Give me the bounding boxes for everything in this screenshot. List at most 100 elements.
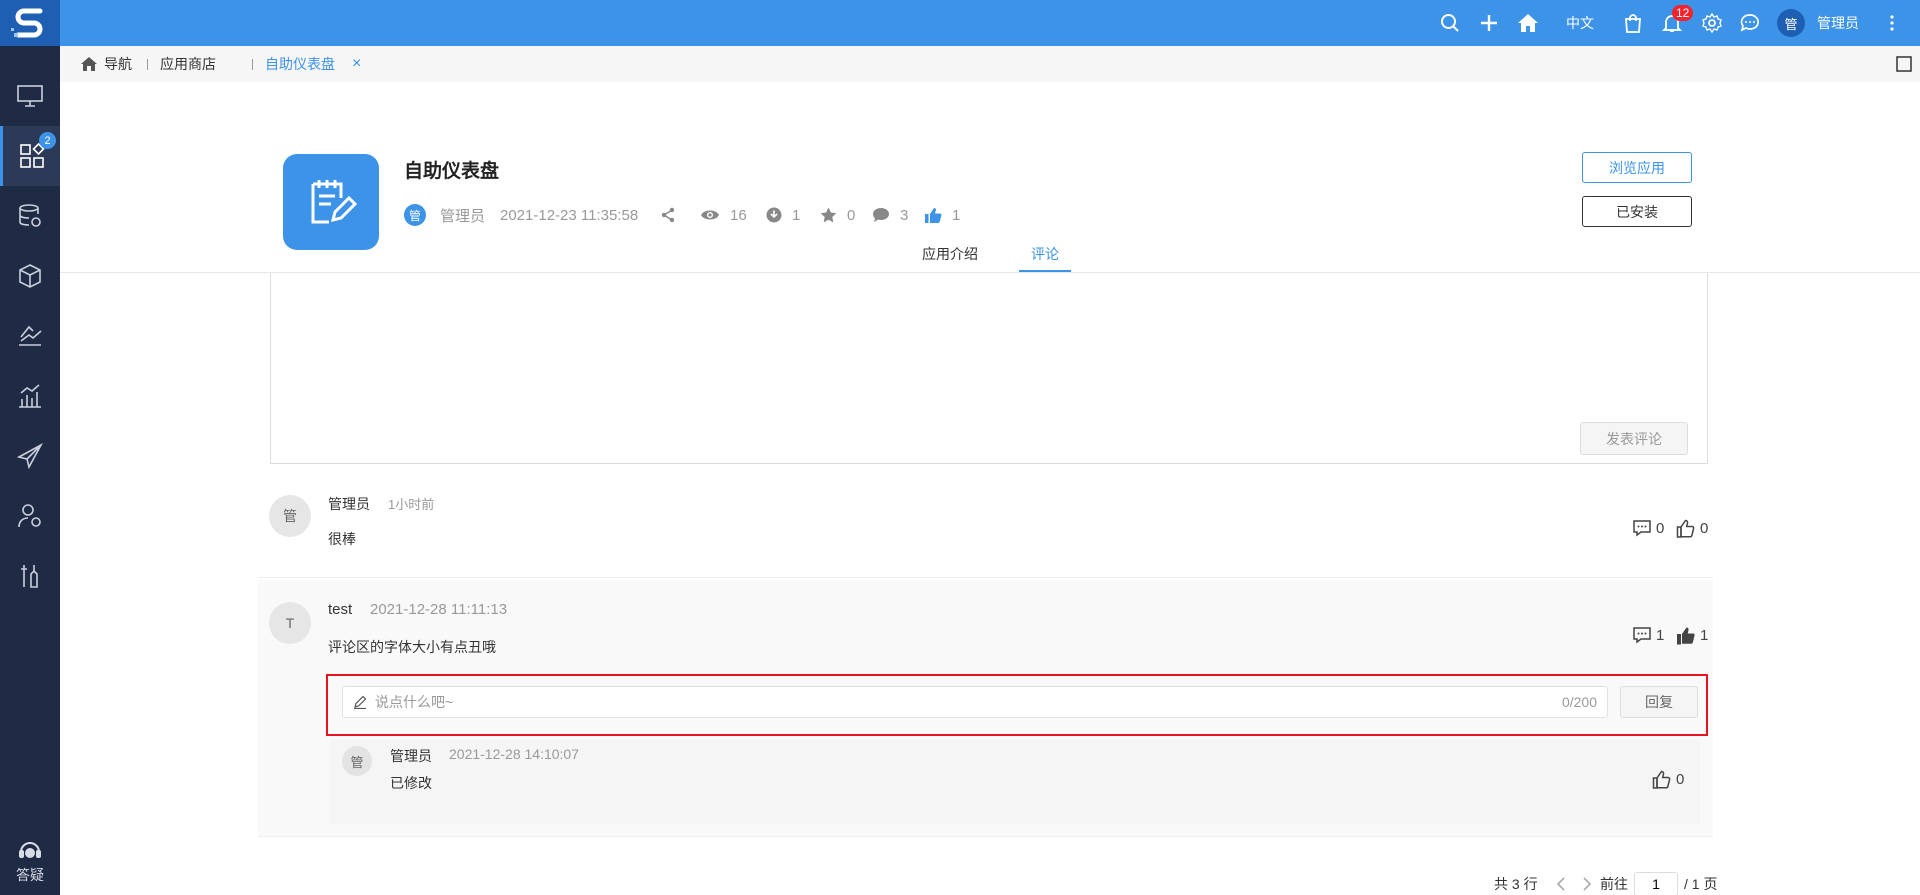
sidebar-item-reports[interactable] (0, 306, 60, 366)
browse-app-button[interactable]: 浏览应用 (1582, 152, 1692, 183)
prev-page-button[interactable] (1556, 872, 1566, 895)
breadcrumb-nav-label: 导航 (104, 56, 132, 72)
maximize-button[interactable] (1896, 46, 1912, 82)
comment-author: 管理员 (328, 496, 370, 512)
views-count: 16 (730, 206, 747, 224)
search-icon (1441, 14, 1459, 32)
tab-comments[interactable]: 评论 (1019, 244, 1071, 272)
topbar: 中文 12 管 管理员 (60, 0, 1920, 46)
chevron-left-icon (1556, 877, 1565, 891)
reply-count: 0 (1656, 519, 1665, 537)
sidebar-item-users[interactable] (0, 486, 60, 546)
help-button[interactable]: 答疑 (0, 838, 60, 885)
headset-icon (19, 842, 41, 858)
gear-icon (1702, 13, 1722, 33)
page-number-input[interactable] (1634, 872, 1678, 895)
like-comment-button[interactable]: 1 (1676, 626, 1708, 645)
messages-button[interactable] (1740, 0, 1760, 46)
like-count: 1 (1700, 627, 1709, 644)
store-button[interactable] (1624, 0, 1642, 46)
post-comment-button[interactable]: 发表评论 (1580, 422, 1688, 455)
download-icon (766, 207, 782, 223)
like-count: 0 (1700, 520, 1709, 537)
reply-button[interactable]: 回复 (1620, 686, 1698, 718)
notepad-edit-icon (311, 180, 357, 224)
author-avatar: 管 (404, 204, 426, 226)
comments-count: 3 (900, 206, 909, 224)
chevron-right-icon (1583, 877, 1592, 891)
home-button[interactable] (1517, 0, 1539, 46)
comment-editor[interactable]: 发表评论 (270, 273, 1708, 464)
reply-toggle-button[interactable]: 1 (1632, 626, 1664, 644)
sidebar-item-apps[interactable]: 2 (0, 126, 60, 186)
sidebar-item-database[interactable] (0, 186, 60, 246)
app-logo[interactable] (0, 0, 60, 46)
comment-author: test (328, 601, 353, 618)
comment-text: 评论区的字体大小有点丑哦 (328, 639, 496, 655)
reply-input[interactable] (375, 694, 1525, 710)
sidebar: 2 答疑 (0, 0, 60, 895)
breadcrumb: 导航 应用商店 自助仪表盘 × (60, 46, 1920, 82)
eye-icon (701, 210, 719, 220)
close-tab-button[interactable]: × (352, 46, 361, 82)
downloads-count: 1 (792, 206, 801, 224)
app-title: 自助仪表盘 (404, 161, 500, 182)
sidebar-item-package[interactable] (0, 246, 60, 306)
favorites-count: 0 (847, 206, 856, 224)
user-menu[interactable]: 管 管理员 (1777, 0, 1859, 46)
share-button[interactable] (660, 204, 676, 226)
logo-icon (11, 8, 43, 38)
installed-button[interactable]: 已安装 (1582, 196, 1692, 227)
home-icon (81, 57, 97, 71)
search-button[interactable] (1440, 0, 1460, 46)
comment-icon (873, 208, 889, 222)
favorites-stat[interactable]: 0 (820, 204, 855, 226)
like-comment-button[interactable]: 0 (1676, 519, 1708, 538)
next-page-button[interactable] (1582, 872, 1592, 895)
shopping-bag-icon (1625, 14, 1641, 33)
add-button[interactable] (1480, 0, 1498, 46)
home-icon (1518, 14, 1538, 32)
app-icon (283, 154, 379, 250)
sidebar-item-analytics[interactable] (0, 366, 60, 426)
sidebar-item-send[interactable] (0, 426, 60, 486)
monitor-icon (17, 85, 43, 107)
breadcrumb-store[interactable]: 应用商店 (160, 46, 216, 82)
like-app-button[interactable]: 1 (924, 204, 960, 226)
tab-intro[interactable]: 应用介绍 (920, 244, 980, 272)
plus-icon (1481, 15, 1497, 31)
sidebar-item-tools[interactable] (0, 546, 60, 606)
maximize-icon (1896, 56, 1912, 72)
breadcrumb-current-tab[interactable]: 自助仪表盘 (265, 46, 335, 82)
pencil-icon (354, 695, 367, 709)
settings-button[interactable] (1702, 0, 1722, 46)
chat-bubble-icon (1740, 14, 1759, 32)
notifications-button[interactable]: 12 (1662, 0, 1694, 46)
reply-toggle-button[interactable]: 0 (1632, 519, 1664, 537)
sidebar-item-desktop[interactable] (0, 66, 60, 126)
like-reply-button[interactable]: 0 (1652, 770, 1684, 789)
reply-char-count: 0/200 (1561, 694, 1597, 710)
thumbs-up-outline-icon (1652, 770, 1671, 789)
bar-chart-icon (19, 384, 41, 408)
breadcrumb-nav[interactable]: 导航 (80, 46, 132, 82)
reply-input-wrapper[interactable]: 0/200 (342, 686, 1608, 718)
reply-item: 管 管理员 2021-12-28 14:10:07 已修改 0 (330, 740, 1700, 824)
help-label: 答疑 (16, 867, 44, 883)
views-stat: 16 (700, 204, 747, 226)
user-avatar: 管 (1777, 9, 1805, 37)
more-menu-button[interactable] (1889, 0, 1895, 46)
layers-chart-icon (19, 325, 42, 346)
goto-label: 前往 (1600, 876, 1628, 892)
author-name: 管理员 (440, 207, 486, 225)
reply-avatar: 管 (342, 746, 372, 776)
breadcrumb-separator (252, 59, 253, 70)
comment-outline-icon (1633, 627, 1651, 644)
language-switch[interactable]: 中文 (1566, 0, 1594, 46)
reply-time: 2021-12-28 14:10:07 (449, 746, 579, 762)
star-icon (820, 207, 837, 223)
reply-count: 1 (1656, 626, 1665, 644)
comment-time: 1小时前 (388, 497, 435, 512)
pagination-total: 共 3 行 (1494, 876, 1538, 892)
downloads-stat: 1 (766, 204, 800, 226)
